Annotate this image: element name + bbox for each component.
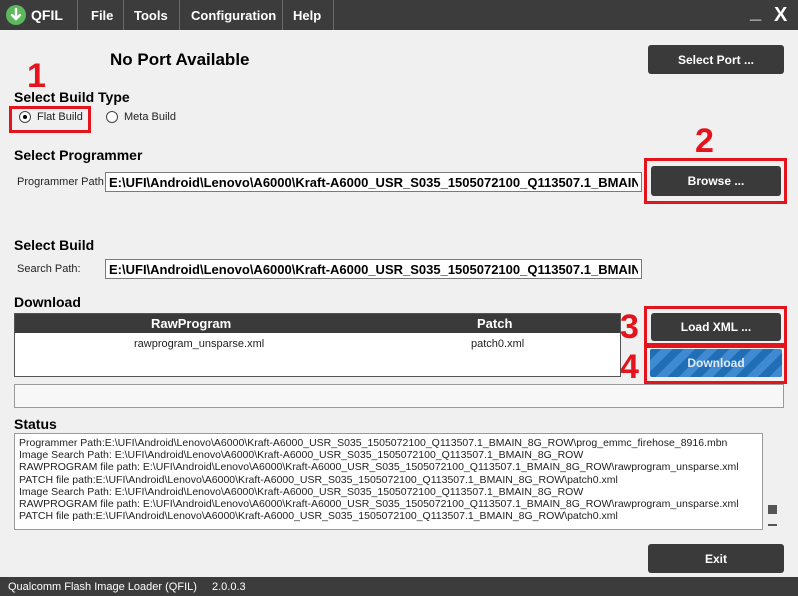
app-name: QFIL bbox=[31, 7, 63, 23]
status-log[interactable]: Programmer Path:E:\UFI\Android\Lenovo\A6… bbox=[14, 433, 763, 530]
menu-file[interactable]: File bbox=[91, 8, 113, 23]
flat-build-label: Flat Build bbox=[37, 111, 83, 123]
select-port-button[interactable]: Select Port ... bbox=[648, 45, 784, 74]
menu-divider bbox=[179, 0, 180, 30]
status-line: PATCH file path:E:\UFI\Android\Lenovo\A6… bbox=[19, 510, 618, 523]
radio-selected-icon bbox=[19, 111, 31, 123]
select-programmer-title: Select Programmer bbox=[14, 147, 143, 163]
browse-button[interactable]: Browse ... bbox=[651, 166, 781, 196]
progress-bar bbox=[14, 384, 784, 408]
radio-unselected-icon bbox=[106, 111, 118, 123]
table-cell[interactable]: rawprogram_unsparse.xml bbox=[134, 338, 264, 350]
annotation-4: 4 bbox=[620, 348, 639, 386]
column-patch[interactable]: Patch bbox=[477, 316, 512, 331]
footer-version: 2.0.0.3 bbox=[212, 581, 246, 593]
meta-build-label: Meta Build bbox=[124, 111, 176, 123]
menu-divider bbox=[77, 0, 78, 30]
menu-tools[interactable]: Tools bbox=[134, 8, 168, 23]
menu-divider bbox=[282, 0, 283, 30]
column-rawprogram[interactable]: RawProgram bbox=[151, 316, 231, 331]
download-table[interactable]: RawProgram Patch rawprogram_unsparse.xml… bbox=[14, 313, 621, 377]
port-status: No Port Available bbox=[110, 50, 250, 69]
scroll-thumb-icon[interactable] bbox=[768, 505, 777, 514]
menu-configuration[interactable]: Configuration bbox=[191, 8, 276, 23]
menu-help[interactable]: Help bbox=[293, 8, 321, 23]
annotation-3: 3 bbox=[620, 308, 639, 346]
table-header: RawProgram Patch bbox=[15, 314, 620, 333]
search-path-field[interactable] bbox=[105, 259, 642, 279]
status-line: RAWPROGRAM file path: E:\UFI\Android\Len… bbox=[19, 461, 739, 474]
menu-divider bbox=[333, 0, 334, 30]
minimize-button[interactable]: _ bbox=[750, 2, 761, 22]
select-build-title: Select Build bbox=[14, 237, 95, 253]
status-footer: Qualcomm Flash Image Loader (QFIL) 2.0.0… bbox=[0, 577, 798, 596]
meta-build-radio[interactable]: Meta Build bbox=[106, 111, 176, 123]
build-type-title: Select Build Type bbox=[14, 89, 130, 105]
status-line: PATCH file path:E:\UFI\Android\Lenovo\A6… bbox=[19, 473, 618, 486]
status-title: Status bbox=[14, 416, 57, 432]
flat-build-radio[interactable]: Flat Build bbox=[19, 111, 83, 123]
exit-button[interactable]: Exit bbox=[648, 544, 784, 573]
programmer-path-label: Programmer Path bbox=[17, 176, 104, 188]
menu-divider bbox=[123, 0, 124, 30]
table-cell[interactable]: patch0.xml bbox=[471, 338, 524, 350]
status-line: Programmer Path:E:\UFI\Android\Lenovo\A6… bbox=[19, 437, 728, 449]
search-path-label: Search Path: bbox=[17, 263, 81, 275]
annotation-1: 1 bbox=[27, 57, 46, 95]
status-line: Image Search Path: E:\UFI\Android\Lenovo… bbox=[19, 449, 584, 462]
download-button[interactable]: Download bbox=[650, 349, 782, 377]
load-xml-button[interactable]: Load XML ... bbox=[651, 313, 781, 341]
status-line: Image Search Path: E:\UFI\Android\Lenovo… bbox=[19, 485, 584, 498]
title-menu-bar: QFIL File Tools Configuration Help _ X bbox=[0, 0, 798, 30]
close-button[interactable]: X bbox=[774, 5, 787, 25]
scroll-end-icon[interactable] bbox=[768, 524, 777, 526]
footer-app-title: Qualcomm Flash Image Loader (QFIL) bbox=[8, 581, 197, 593]
status-line: RAWPROGRAM file path: E:\UFI\Android\Len… bbox=[19, 498, 739, 511]
qfil-logo-icon bbox=[6, 5, 26, 25]
download-title: Download bbox=[14, 294, 81, 310]
programmer-path-field[interactable] bbox=[105, 172, 642, 192]
annotation-2: 2 bbox=[695, 122, 714, 160]
